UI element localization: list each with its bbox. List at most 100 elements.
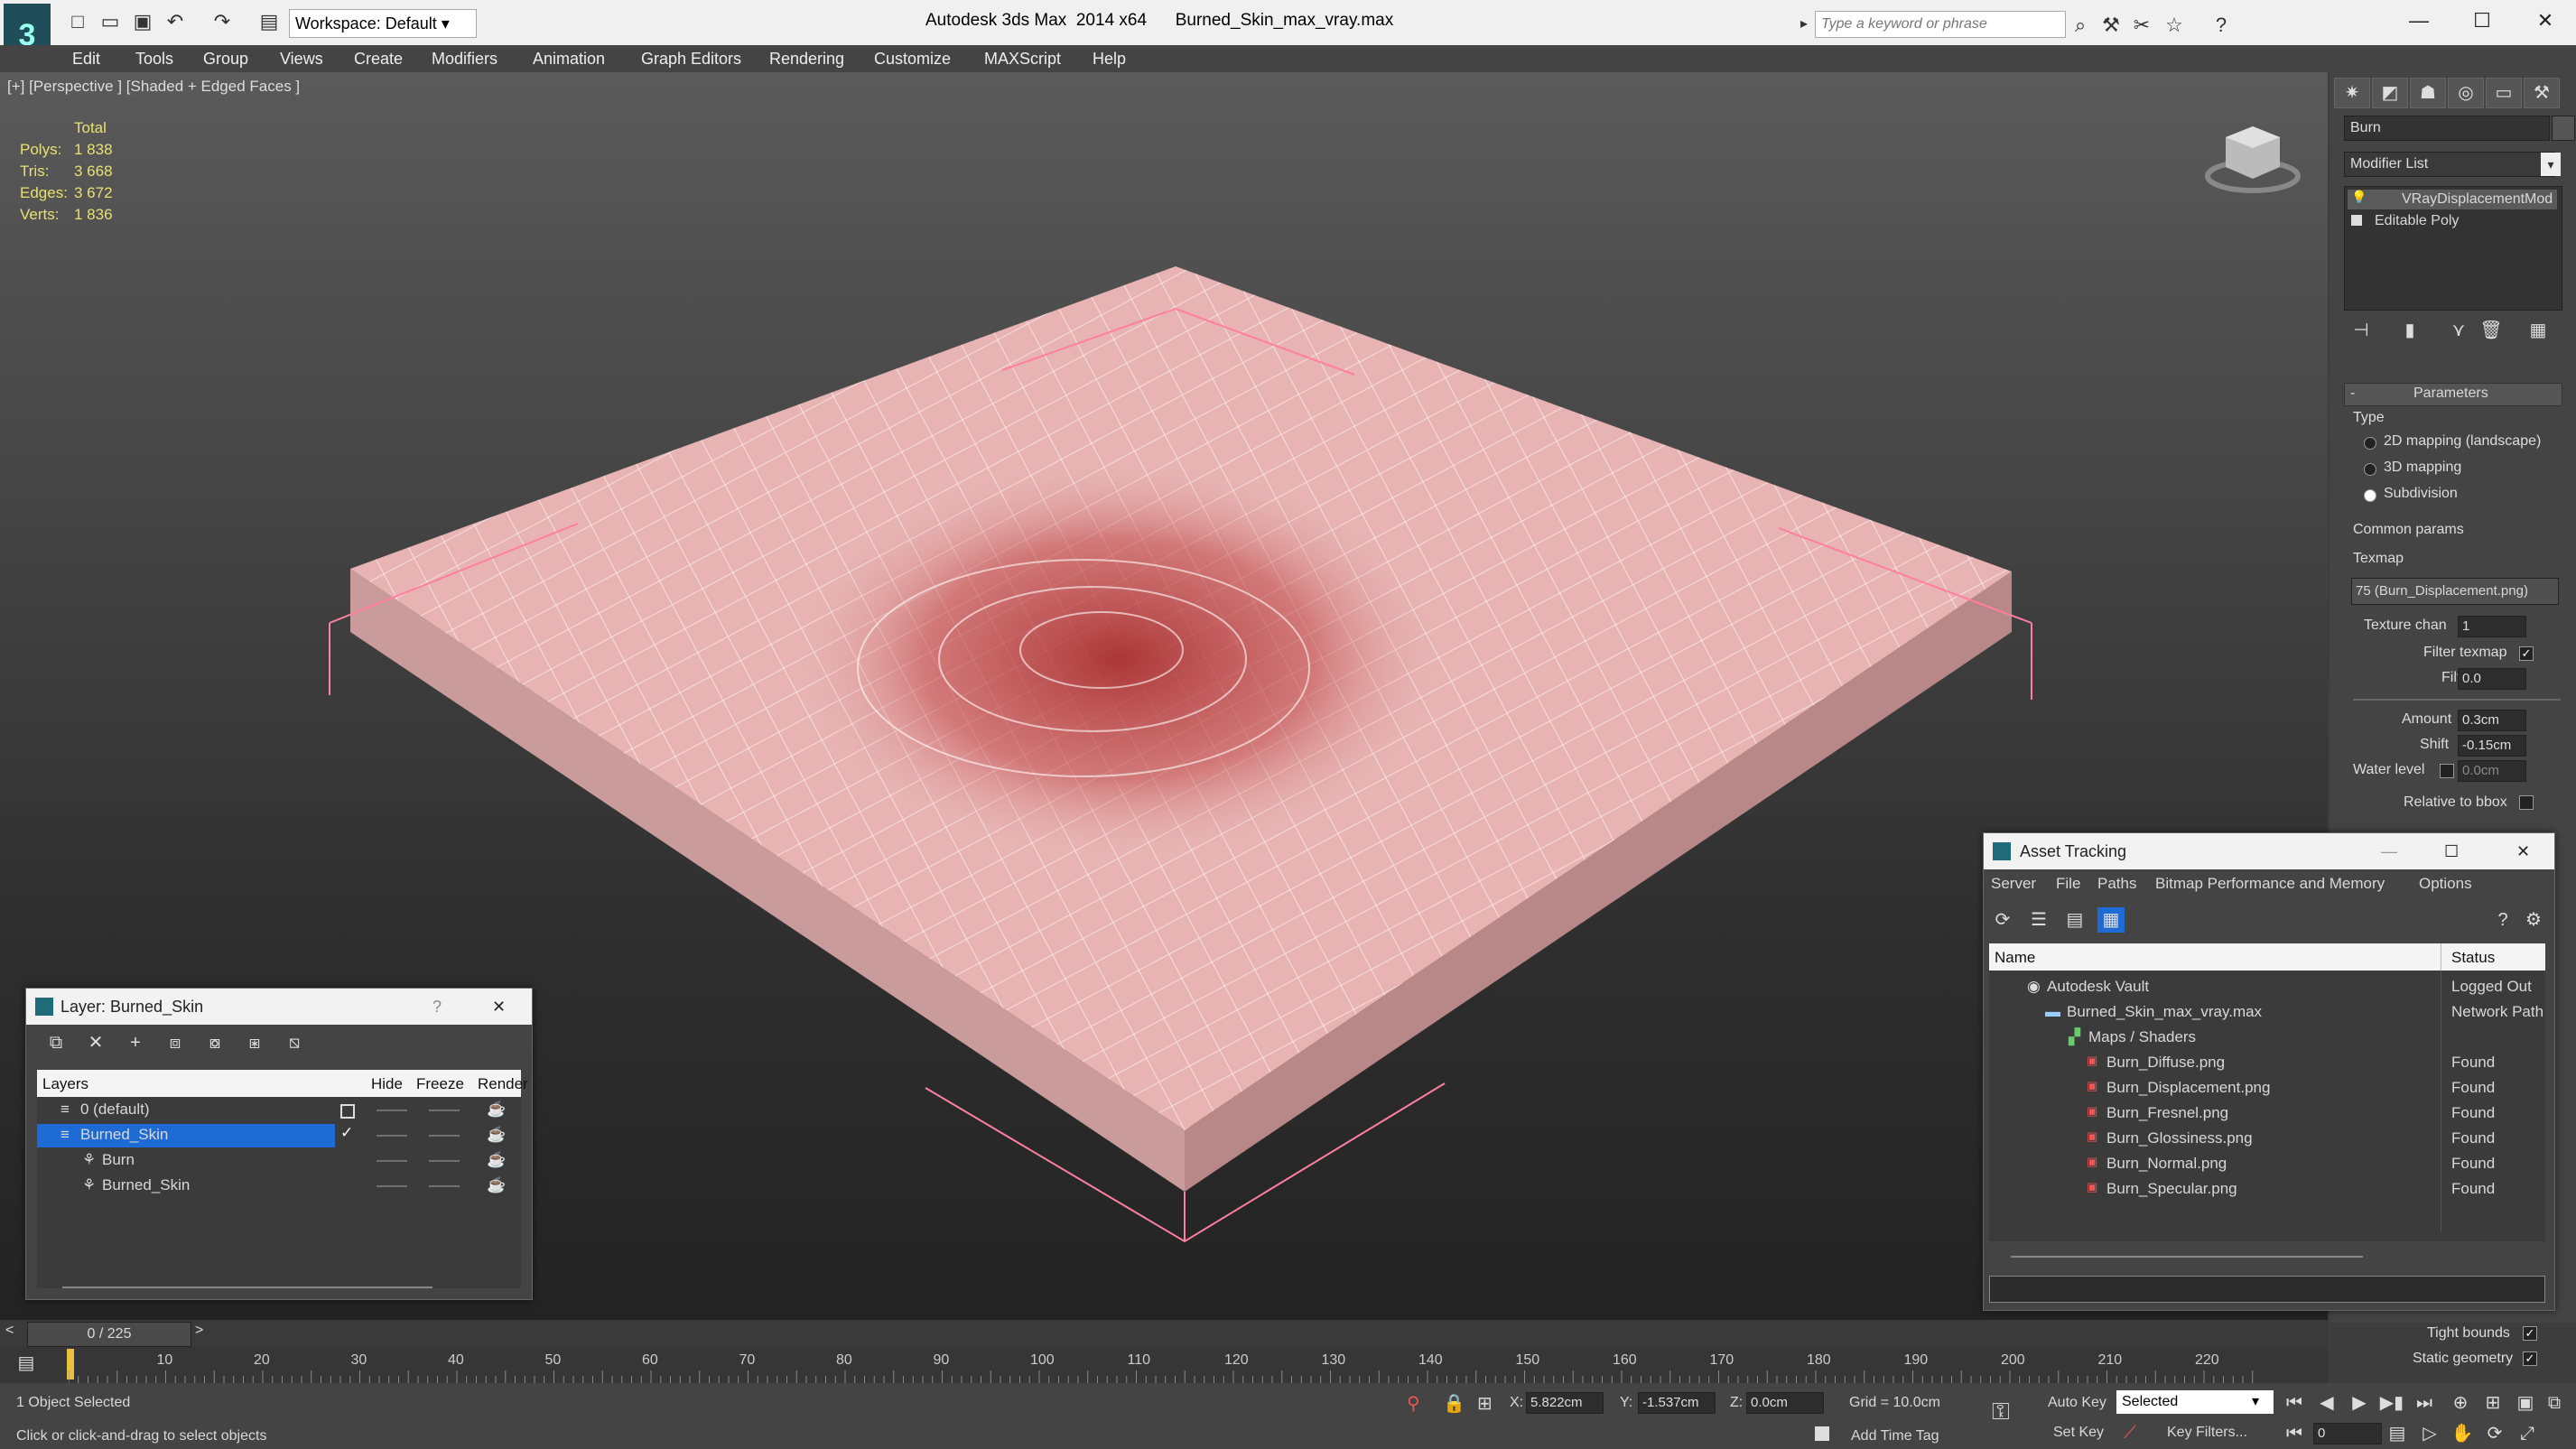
layer-row-burn[interactable]: ⚘ Burn —— —— ☕ [37, 1149, 521, 1173]
asset-scrollbar[interactable] [2011, 1256, 2363, 1258]
save-file-icon[interactable]: ▣ [130, 9, 155, 34]
pin-stack-icon[interactable]: ⊣ [2348, 318, 2375, 343]
freeze-toggle[interactable]: —— [429, 1176, 460, 1194]
help-icon[interactable]: ? [2209, 13, 2234, 38]
asset-row-max-file[interactable]: ▬ Burned_Skin_max_vray.max Network Path [1989, 1001, 2545, 1025]
maximize-viewport-icon[interactable]: ⤢ [2514, 1421, 2541, 1446]
zoom-icon[interactable]: ⊕ [2447, 1390, 2474, 1416]
key-mode-toggle-icon[interactable]: ⏮ [2281, 1421, 2308, 1446]
hierarchy-tab-icon[interactable]: ☗ [2410, 78, 2446, 108]
asset-menu-server[interactable]: Server [1991, 875, 2036, 893]
menu-rendering[interactable]: Rendering [769, 45, 844, 72]
asset-menu-options[interactable]: Options [2419, 875, 2472, 893]
static-geometry-checkbox[interactable]: ✓ [2523, 1351, 2537, 1366]
workspace-dropdown[interactable]: Workspace: Default ▾ [289, 9, 477, 38]
time-config-icon[interactable]: ▤ [2384, 1421, 2411, 1446]
redo-icon[interactable]: ↷ [209, 9, 235, 34]
zoom-extents-all-icon[interactable]: ⧉ [2541, 1390, 2568, 1416]
viewcube[interactable] [2203, 117, 2302, 199]
time-prev-icon[interactable]: < [5, 1323, 14, 1339]
render-teapot-icon[interactable]: ☕ [487, 1101, 506, 1119]
selection-lock-icon[interactable]: 🔒 [1443, 1392, 1465, 1415]
menu-create[interactable]: Create [354, 45, 403, 72]
z-coordinate-field[interactable]: 0.0cm [1746, 1392, 1824, 1414]
go-to-start-icon[interactable]: ⏮ [2281, 1390, 2308, 1416]
x-coordinate-field[interactable]: 5.822cm [1526, 1392, 1604, 1414]
search-input[interactable]: Type a keyword or phrase [1815, 11, 2066, 38]
radio-3d-mapping[interactable] [2364, 463, 2376, 476]
time-tag-icon[interactable] [1815, 1426, 1829, 1441]
radio-2d-mapping[interactable] [2364, 437, 2376, 450]
menu-edit[interactable]: Edit [72, 45, 100, 72]
hide-toggle[interactable]: —— [377, 1151, 407, 1169]
time-next-icon[interactable]: > [195, 1323, 203, 1339]
list-view-icon[interactable]: ☰ [2025, 907, 2052, 933]
asset-menu-paths[interactable]: Paths [2097, 875, 2136, 893]
curve-editor-icon[interactable]: ▤ [13, 1351, 40, 1376]
parameters-rollout-header[interactable]: - Parameters [2344, 383, 2562, 406]
undo-icon[interactable]: ↶ [163, 9, 188, 34]
asset-row-maps-shaders[interactable]: ▞ Maps / Shaders [1989, 1026, 2545, 1050]
grid-view-icon[interactable]: ▦ [2097, 907, 2125, 933]
shift-spinner[interactable]: -0.15cm [2458, 735, 2526, 757]
create-tab-icon[interactable]: ✷ [2334, 78, 2370, 108]
layer-row-default[interactable]: ≡ 0 (default) —— —— ☕ [37, 1099, 521, 1122]
isolate-selection-icon[interactable]: ⚲ [1407, 1392, 1420, 1415]
render-teapot-icon[interactable]: ☕ [487, 1126, 506, 1144]
field-of-view-icon[interactable]: ▷ [2416, 1421, 2443, 1446]
lightbulb-icon[interactable]: 💡 [2351, 190, 2367, 205]
menu-graph-editors[interactable]: Graph Editors [641, 45, 741, 72]
layer-close-button[interactable]: ✕ [492, 989, 506, 1025]
hide-toggle[interactable]: —— [377, 1101, 407, 1119]
modifier-list-dropdown[interactable]: Modifier List [2344, 152, 2555, 177]
favorites-star-icon[interactable]: ☆ [2162, 13, 2187, 38]
transform-mode-icon[interactable]: ⊞ [1477, 1392, 1493, 1415]
time-slider[interactable] [0, 1320, 2328, 1347]
texture-chan-spinner[interactable]: 1 [2458, 616, 2526, 637]
play-icon[interactable]: ▶ [2346, 1390, 2373, 1416]
menu-maxscript[interactable]: MAXScript [984, 45, 1061, 72]
set-key-button[interactable]: Set Key [2053, 1425, 2104, 1441]
current-layer-check-icon[interactable]: ✓ [340, 1124, 353, 1142]
y-coordinate-field[interactable]: -1.537cm [1638, 1392, 1716, 1414]
expand-icon[interactable] [2351, 215, 2362, 226]
texmap-button[interactable]: 75 (Burn_Displacement.png) [2351, 578, 2559, 605]
orbit-icon[interactable]: ⟳ [2481, 1421, 2508, 1446]
make-unique-icon[interactable]: ⋎ [2445, 318, 2472, 343]
current-frame-field[interactable]: 0 [2313, 1423, 2382, 1444]
water-level-spinner[interactable]: 0.0cm [2458, 760, 2526, 782]
layer-row-burned-skin[interactable]: ≡ Burned_Skin ✓ —— —— ☕ [37, 1124, 521, 1147]
asset-row-glossiness[interactable]: ▣ Burn_Glossiness.png Found [1989, 1128, 2545, 1151]
asset-tracking-titlebar[interactable]: Asset Tracking — ☐ ✕ [1984, 833, 2554, 869]
next-frame-icon[interactable]: ▶▮ [2378, 1390, 2405, 1416]
col-freeze[interactable]: Freeze [416, 1075, 464, 1093]
freeze-toggle[interactable]: —— [429, 1151, 460, 1169]
freeze-toggle[interactable]: —— [429, 1126, 460, 1144]
freeze-all-layers-icon[interactable]: ⧅ [281, 1030, 308, 1055]
menu-tools[interactable]: Tools [135, 45, 173, 72]
menu-views[interactable]: Views [280, 45, 323, 72]
set-current-layer-icon[interactable]: ⧇ [201, 1030, 228, 1055]
search-expand-icon[interactable]: ▸ [1800, 14, 1808, 33]
remove-modifier-icon[interactable]: 🗑 [2478, 318, 2505, 343]
render-teapot-icon[interactable]: ☕ [487, 1176, 506, 1194]
asset-minimize-button[interactable]: — [2381, 833, 2397, 869]
filter-blur-spinner[interactable]: 0.0 [2458, 668, 2526, 690]
asset-maximize-button[interactable]: ☐ [2444, 833, 2459, 869]
freeze-toggle[interactable]: —— [429, 1101, 460, 1119]
col-status[interactable]: Status [2451, 949, 2495, 967]
menu-customize[interactable]: Customize [874, 45, 951, 72]
previous-frame-icon[interactable]: ◀ [2313, 1390, 2340, 1416]
asset-help-icon[interactable]: ? [2489, 907, 2516, 933]
close-button[interactable]: ✕ [2524, 5, 2567, 36]
menu-animation[interactable]: Animation [533, 45, 605, 72]
tight-bounds-checkbox[interactable]: ✓ [2523, 1326, 2537, 1341]
layer-row-burned-skin-object[interactable]: ⚘ Burned_Skin —— —— ☕ [37, 1175, 521, 1198]
key-mode-dropdown[interactable]: Selected ▾ [2116, 1390, 2274, 1414]
asset-row-displacement[interactable]: ▣ Burn_Displacement.png Found [1989, 1077, 2545, 1101]
asset-row-specular[interactable]: ▣ Burn_Specular.png Found [1989, 1178, 2545, 1202]
auto-key-button[interactable]: Auto Key [2048, 1395, 2106, 1411]
refresh-icon[interactable]: ⟳ [1989, 907, 2016, 933]
water-level-checkbox[interactable] [2440, 764, 2454, 778]
modifier-list-arrow-icon[interactable]: ▾ [2541, 153, 2561, 176]
